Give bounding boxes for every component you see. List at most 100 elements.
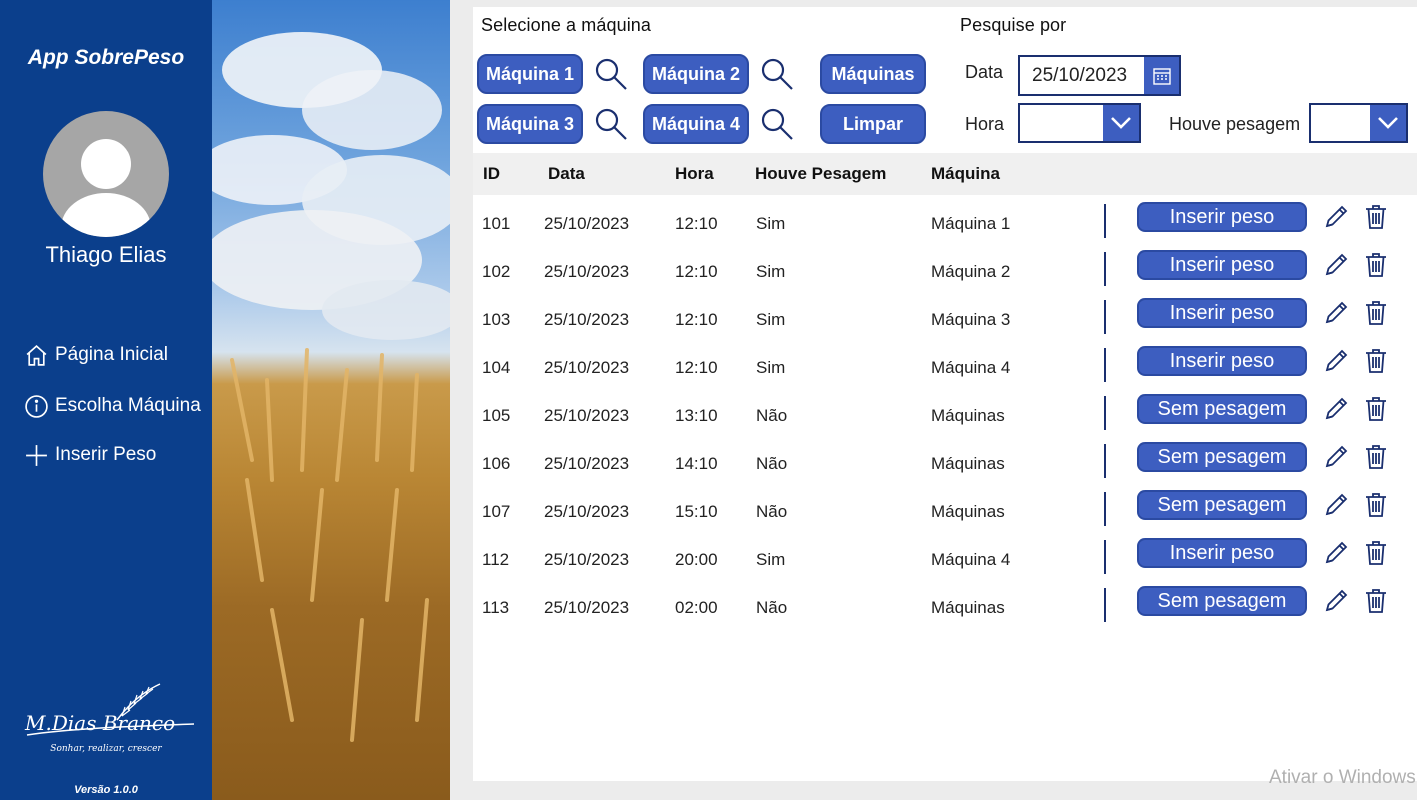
cell-id: 101 [482,214,511,233]
cell-hour: 12:10 [675,262,718,281]
chevron-down-icon[interactable] [1370,105,1406,141]
hour-dropdown[interactable] [1018,103,1141,143]
row-divider [1104,300,1106,334]
cell-machine: Máquina 4 [931,358,1011,377]
os-activation-watermark: Ativar o Windows [1269,767,1416,788]
column-header-date: Data [548,164,585,183]
nav-item-label: Página Inicial [55,344,169,365]
column-header-machine: Máquina [931,164,1000,183]
pencil-icon[interactable] [1323,396,1349,422]
row-action-button[interactable]: Inserir peso [1137,250,1307,280]
row-action-button[interactable]: Sem pesagem [1137,442,1307,472]
row-divider [1104,540,1106,574]
trash-icon[interactable] [1365,444,1387,470]
row-action-button[interactable]: Inserir peso [1137,346,1307,376]
pencil-icon[interactable] [1323,444,1349,470]
row-divider [1104,444,1106,478]
table-row: 105 25/10/2023 13:10 Não Máquinas Sem pesagem [473,391,1417,439]
cell-id: 112 [482,550,510,569]
cell-hour: 20:00 [675,550,718,569]
cell-weighed: Não [756,454,788,473]
cell-hour: 12:10 [675,310,718,329]
cell-weighed: Sim [756,262,786,281]
trash-icon[interactable] [1365,252,1387,278]
cell-machine: Máquinas [931,502,1005,521]
cell-date: 25/10/2023 [544,550,630,569]
svg-text:M.Dias Branco: M.Dias Branco [24,711,175,735]
weighing-dropdown[interactable] [1309,103,1408,143]
cell-machine: Máquina 2 [931,262,1011,281]
clear-button[interactable]: Limpar [820,104,926,144]
all-machines-button[interactable]: Máquinas [820,54,926,94]
machine-4-button[interactable]: Máquina 4 [643,104,749,144]
trash-icon[interactable] [1365,588,1387,614]
sidebar: App SobrePeso Thiago Elias Página Inicia… [0,0,212,800]
row-action-button[interactable]: Sem pesagem [1137,394,1307,424]
row-action-button[interactable]: Inserir peso [1137,202,1307,232]
wheat-field-photo [212,0,450,800]
trash-icon[interactable] [1365,540,1387,566]
pencil-icon[interactable] [1323,540,1349,566]
app-version: Versão 1.0.0 [74,784,138,796]
table-row: 104 25/10/2023 12:10 Sim Máquina 4 Inserir pe… [473,343,1417,391]
search-icon[interactable] [594,57,628,91]
main-panel: Selecione a máquina Pesquise por Máquina… [473,7,1417,781]
cell-weighed: Sim [756,358,786,377]
pencil-icon[interactable] [1323,348,1349,374]
cell-machine: Máquina 1 [931,214,1011,233]
cell-weighed: Sim [756,310,786,329]
trash-icon[interactable] [1365,396,1387,422]
row-action-button[interactable]: Sem pesagem [1137,490,1307,520]
trash-icon[interactable] [1365,300,1387,326]
machine-1-button[interactable]: Máquina 1 [477,54,583,94]
cell-date: 25/10/2023 [544,262,630,281]
cell-weighed: Não [756,406,788,425]
search-icon[interactable] [594,107,628,141]
column-header-id: ID [483,164,500,183]
cell-id: 104 [482,358,511,377]
cell-machine: Máquinas [931,406,1005,425]
nav-item-choose-machine[interactable]: Escolha Máquina [24,392,201,420]
cell-weighed: Não [756,598,788,617]
table-row: 101 25/10/2023 12:10 Sim Máquina 1 Inserir pe… [473,199,1417,247]
row-action-button[interactable]: Inserir peso [1137,298,1307,328]
search-icon[interactable] [760,57,794,91]
row-divider [1104,204,1106,238]
cell-date: 25/10/2023 [544,406,630,425]
avatar [43,111,169,237]
chevron-down-icon[interactable] [1103,105,1139,141]
cell-hour: 13:10 [675,406,718,425]
date-picker[interactable]: 25/10/2023 [1018,55,1181,96]
cell-weighed: Sim [756,214,786,233]
user-name: Thiago Elias [45,242,167,267]
search-icon[interactable] [760,107,794,141]
row-divider [1104,348,1106,382]
machine-3-button[interactable]: Máquina 3 [477,104,583,144]
table-header: ID Data Hora Houve Pesagem Máquina [473,153,1417,195]
pencil-icon[interactable] [1323,252,1349,278]
table-row: 102 25/10/2023 12:10 Sim Máquina 2 Inserir pe… [473,247,1417,295]
trash-icon[interactable] [1365,492,1387,518]
trash-icon[interactable] [1365,204,1387,230]
pencil-icon[interactable] [1323,588,1349,614]
weighing-label: Houve pesagem [1169,114,1301,134]
cell-machine: Máquina 3 [931,310,1011,329]
pencil-icon[interactable] [1323,300,1349,326]
calendar-icon[interactable] [1144,57,1179,94]
nav-item-home[interactable]: Página Inicial [24,341,168,369]
row-action-button[interactable]: Inserir peso [1137,538,1307,568]
pencil-icon[interactable] [1323,204,1349,230]
row-action-button[interactable]: Sem pesagem [1137,586,1307,616]
nav-item-insert-weight[interactable]: Inserir Peso [24,441,156,469]
cell-date: 25/10/2023 [544,598,630,617]
row-divider [1104,396,1106,430]
cell-hour: 15:10 [675,502,718,521]
pencil-icon[interactable] [1323,492,1349,518]
cell-hour: 14:10 [675,454,718,473]
cell-id: 113 [482,598,510,617]
trash-icon[interactable] [1365,348,1387,374]
table-row: 106 25/10/2023 14:10 Não Máquinas Sem pesagem [473,439,1417,487]
cell-machine: Máquinas [931,454,1005,473]
cell-id: 106 [482,454,511,473]
machine-2-button[interactable]: Máquina 2 [643,54,749,94]
